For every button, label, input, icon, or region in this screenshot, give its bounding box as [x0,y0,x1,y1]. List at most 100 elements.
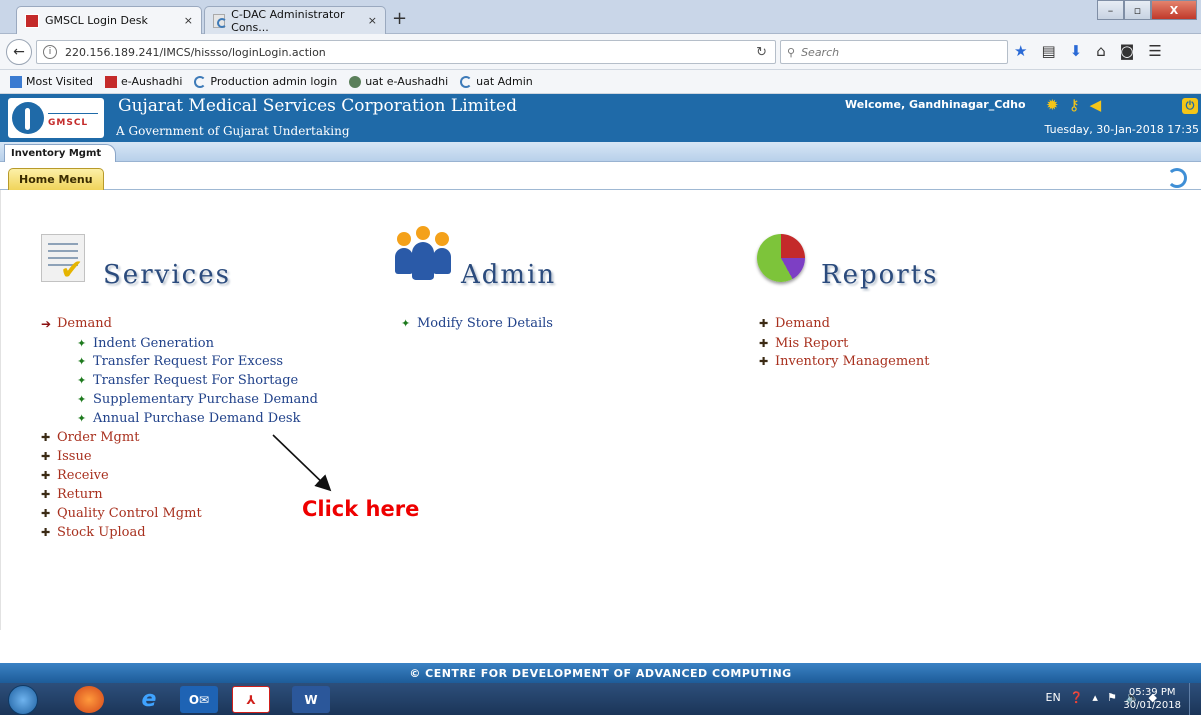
network-icon[interactable]: ▴ [1092,691,1098,704]
plus-icon: ✚ [41,488,51,501]
submenu-item-transfer-excess[interactable]: ✦ Transfer Request For Excess [77,354,283,369]
power-icon[interactable]: ⏻ [1182,98,1198,114]
refresh-icon[interactable] [1167,168,1187,188]
logo-pulse-icon [48,104,98,114]
menu-item-label: Mis Report [775,336,849,351]
internet-explorer-icon[interactable]: e [130,686,168,713]
menu-item-label: Quality Control Mgmt [57,506,202,521]
key-icon[interactable]: ⚷ [1069,96,1080,114]
new-tab-button[interactable]: + [392,8,407,29]
globe-icon [349,75,362,88]
bookmark-uat-admin[interactable]: uat Admin [460,75,533,88]
submenu-item-indent-generation[interactable]: ✦ Indent Generation [77,336,214,351]
show-desktop-button[interactable] [1189,683,1201,715]
browser-nav-bar: ← i 220.156.189.241/IMCS/hissso/loginLog… [0,34,1201,70]
logo-emblem-icon [12,102,44,134]
menu-item-label: Inventory Management [775,354,930,369]
start-button[interactable] [8,685,38,715]
menu-item-label: Return [57,487,103,502]
submenu-item-supplementary-demand[interactable]: ✦ Supplementary Purchase Demand [77,392,318,407]
bookmark-label: Most Visited [26,75,93,88]
plus-icon: ✚ [41,507,51,520]
browser-tab-gmscl[interactable]: GMSCL Login Desk × [16,6,202,34]
bookmarks-bar: Most Visited e-Aushadhi Production admin… [0,70,1201,94]
module-bar: Inventory Mgmt [0,142,1201,162]
download-icon[interactable]: ⬇ [1070,42,1083,60]
close-tab-icon[interactable]: × [184,14,193,27]
welcome-text: Welcome, Gandhinagar_Cdho [845,98,1026,111]
back-arrow-icon[interactable]: ← [6,39,32,65]
reading-list-icon[interactable]: ▤ [1041,42,1055,60]
notification-icon[interactable]: ◀ [1090,96,1102,114]
menu-item-stock-upload[interactable]: ✚ Stock Upload [41,525,146,540]
word-icon[interactable]: W [292,686,330,713]
submenu-item-transfer-shortage[interactable]: ✦ Transfer Request For Shortage [77,373,298,388]
menu-item-quality-control[interactable]: ✚ Quality Control Mgmt [41,506,202,521]
menu-item-label: Demand [775,316,830,331]
admin-title: Admin [461,260,557,290]
pdf-reader-icon[interactable]: ⅄ [232,686,270,713]
outlook-icon[interactable]: O✉ [180,686,218,713]
search-input[interactable]: ⚲ Search [780,40,1008,64]
pocket-icon[interactable]: ◙ [1120,42,1135,60]
bookmark-uat-e-aushadhi[interactable]: uat e-Aushadhi [349,75,448,88]
menu-item-issue[interactable]: ✚ Issue [41,449,92,464]
tab-home-menu[interactable]: Home Menu [8,168,104,190]
admin-users-icon [395,226,451,280]
menu-item-return[interactable]: ✚ Return [41,487,103,502]
bookmark-most-visited[interactable]: Most Visited [10,75,93,88]
org-name: Gujarat Medical Services Corporation Lim… [118,96,517,116]
plus-icon: ✚ [759,337,769,350]
tab-inventory-mgmt[interactable]: Inventory Mgmt [4,144,117,162]
clock-date: 30/01/2018 [1123,700,1181,711]
menu-item-label: Order Mgmt [57,430,140,445]
maximize-button[interactable]: ▫ [1124,0,1151,20]
org-subtitle: A Government of Gujarat Undertaking [116,124,350,138]
menu-item-mis-report[interactable]: ✚ Mis Report [759,336,848,351]
menu-item-inventory-management[interactable]: ✚ Inventory Management [759,354,929,369]
pin-icon: ✦ [77,337,87,350]
help-icon[interactable]: ❓ [1070,691,1084,704]
gear-icon[interactable]: ✹ [1046,96,1059,114]
menu-item-report-demand[interactable]: ✚ Demand [759,316,830,331]
hamburger-menu-icon[interactable]: ☰ [1148,42,1161,60]
browser-tab-bar: GMSCL Login Desk × C-DAC Administrator C… [0,0,1201,34]
close-tab-icon[interactable]: × [368,14,377,27]
bookmark-star-icon[interactable]: ★ [1014,42,1027,60]
pin-icon: ✦ [77,355,87,368]
plus-icon: ✚ [41,469,51,482]
bookmark-production-admin[interactable]: Production admin login [194,75,337,88]
date-time: Tuesday, 30-Jan-2018 17:35 [1044,123,1199,136]
browser-tab-cdac[interactable]: C-DAC Administrator Cons... × [204,6,386,34]
minimize-button[interactable]: – [1097,0,1124,20]
bookmark-e-aushadhi[interactable]: e-Aushadhi [104,75,182,88]
submenu-item-annual-purchase-demand-desk[interactable]: ✦ Annual Purchase Demand Desk [77,411,300,426]
annotation-click-here: Click here [302,497,420,521]
menu-item-label: Annual Purchase Demand Desk [93,411,301,426]
info-icon[interactable]: i [43,45,57,59]
menu-item-order-mgmt[interactable]: ✚ Order Mgmt [41,430,139,445]
close-window-button[interactable]: X [1151,0,1197,20]
flag-icon[interactable]: ⚑ [1107,691,1117,704]
services-title: Services [103,260,231,290]
firefox-icon[interactable] [74,686,104,713]
home-icon[interactable]: ⌂ [1096,42,1106,60]
reload-icon[interactable]: ↻ [756,45,767,60]
bookmark-label: uat e-Aushadhi [365,75,449,88]
windows-taskbar: e O✉ ⅄ W EN ❓ ▴ ⚑ 🔈 ◆ 05:39 PM 30/01/201… [0,683,1201,715]
gmscl-logo: GMSCL [8,98,104,138]
menu-item-receive[interactable]: ✚ Receive [41,468,109,483]
url-bar[interactable]: i 220.156.189.241/IMCS/hissso/loginLogin… [36,40,776,64]
language-indicator[interactable]: EN [1046,691,1061,704]
menu-item-label: Supplementary Purchase Demand [93,392,318,407]
pin-icon: ✦ [77,412,87,425]
clock-time: 05:39 PM [1128,687,1176,698]
taskbar-clock[interactable]: 05:39 PM 30/01/2018 [1123,686,1181,712]
submenu-item-modify-store-details[interactable]: ✦ Modify Store Details [401,316,553,331]
search-icon: ⚲ [787,45,796,59]
plus-icon: ✚ [41,526,51,539]
window-controls: – ▫ X [1097,0,1197,20]
menu-item-demand[interactable]: ➔ Demand [41,316,112,331]
menu-item-label: Receive [57,468,109,483]
header-icons: ✹ ⚷ ◀ [1046,96,1101,114]
